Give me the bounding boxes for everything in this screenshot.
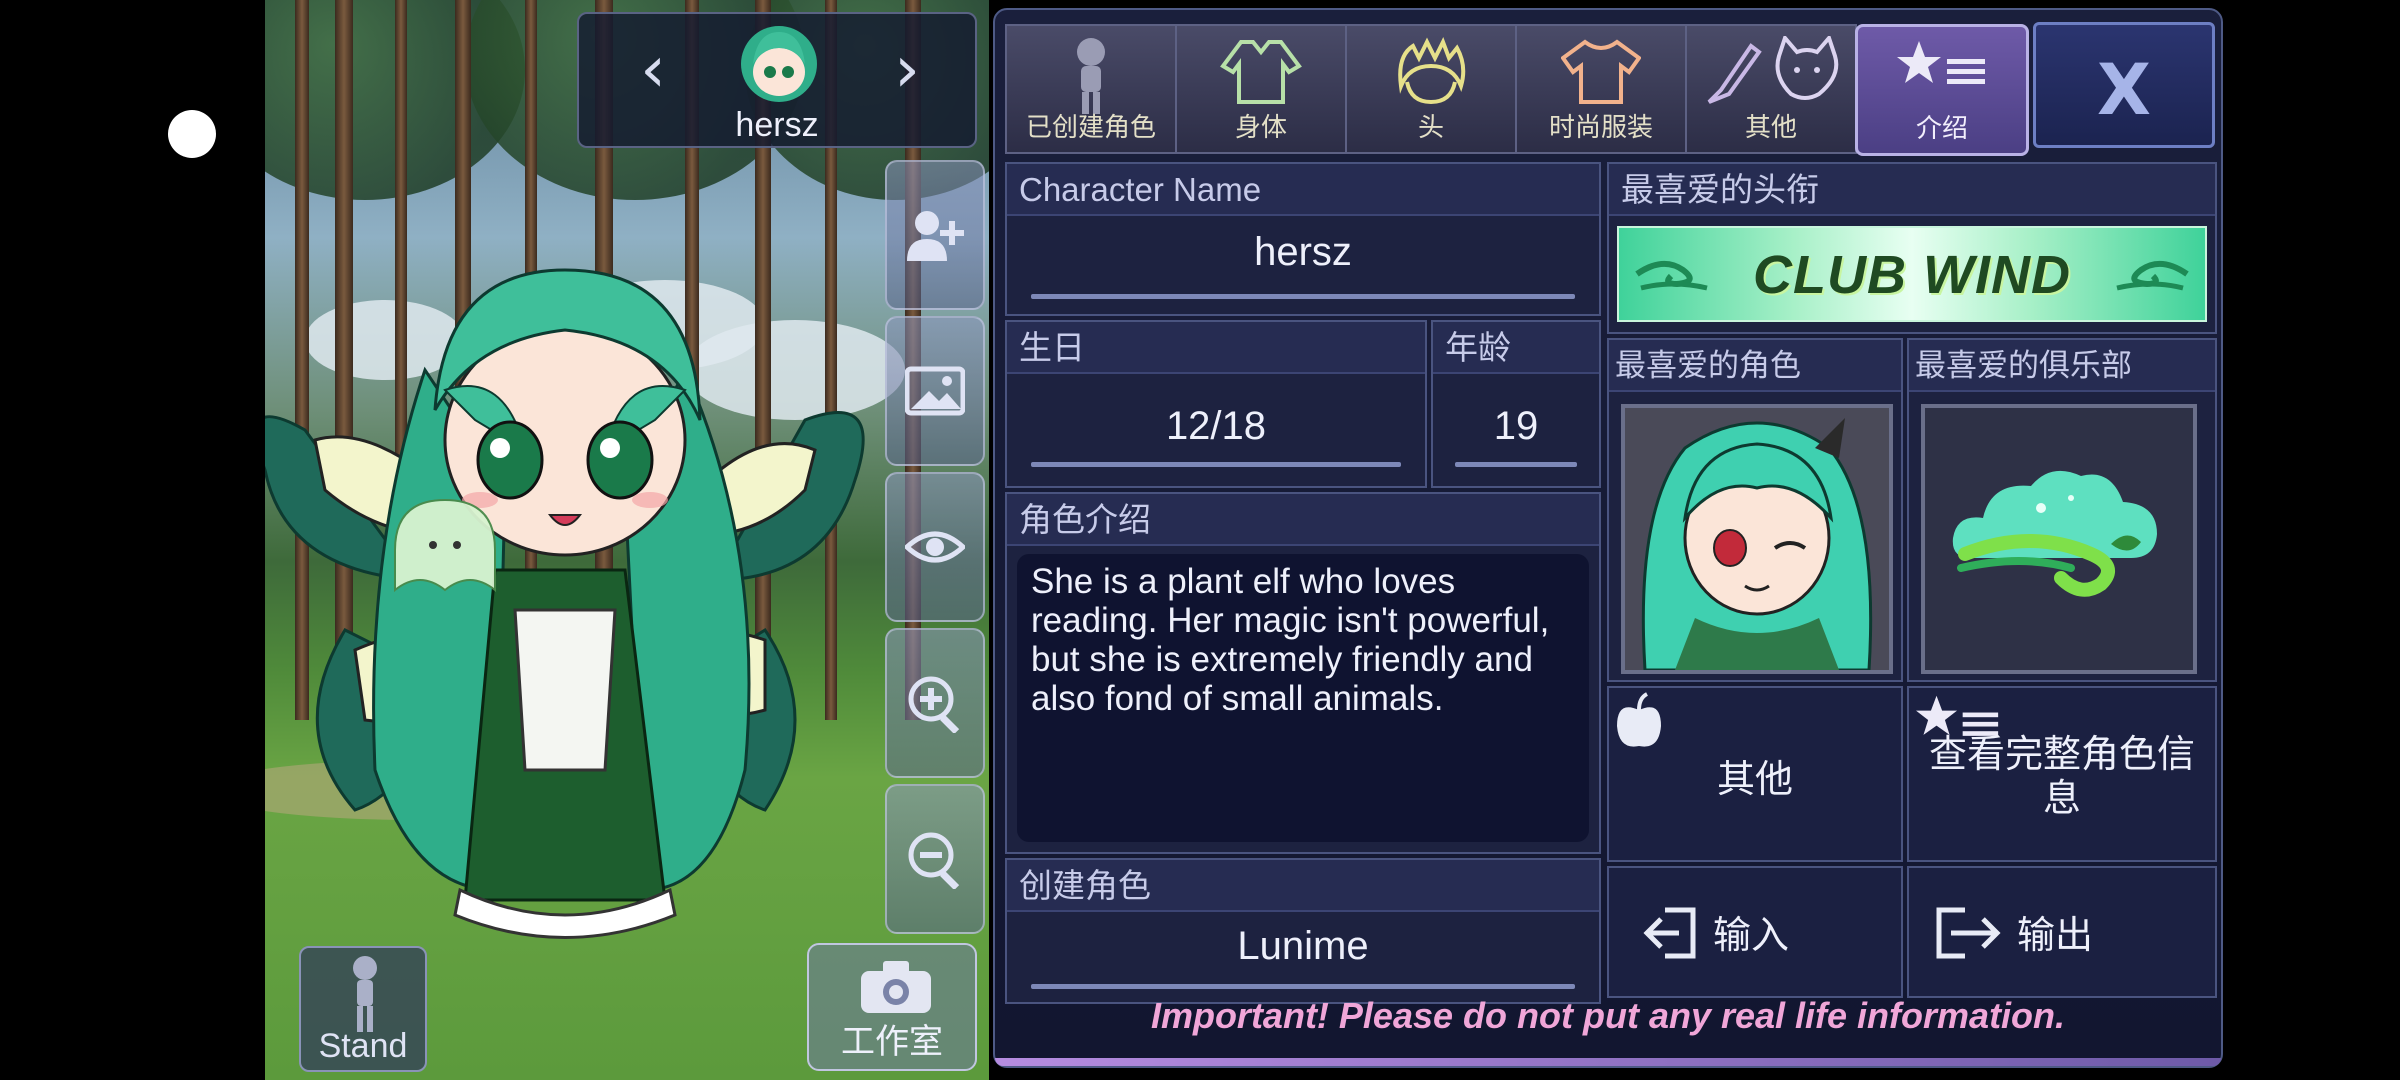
- import-icon: [1643, 907, 1696, 959]
- field-label: 创建角色: [1007, 860, 1599, 912]
- export-label: 输出: [2017, 913, 2094, 957]
- favorite-character-portrait[interactable]: [1621, 404, 1893, 674]
- export-button[interactable]: 输出: [1907, 866, 2217, 998]
- age-field: 年龄 19: [1431, 320, 1601, 488]
- tab-created-characters[interactable]: 已创建角色: [1005, 24, 1177, 154]
- stand-pose-icon: [353, 956, 377, 1032]
- favorite-title-field: 最喜爱的头衔 CLUB WIND: [1607, 162, 2217, 334]
- creator-field: 创建角色 Lunime: [1005, 858, 1601, 1004]
- tab-label: 已创建角色: [1025, 113, 1156, 143]
- character-avatar[interactable]: [737, 24, 821, 104]
- studio-label: 工作室: [841, 1022, 943, 1062]
- underline: [1031, 984, 1575, 989]
- favorite-title-banner[interactable]: CLUB WIND: [1617, 226, 2207, 322]
- visibility-button[interactable]: [885, 472, 985, 622]
- tab-label: 介绍: [1915, 114, 1968, 144]
- age-input[interactable]: 19: [1433, 404, 1599, 449]
- other-button[interactable]: 其他: [1607, 686, 1903, 862]
- field-label: 角色介绍: [1007, 494, 1599, 546]
- favorite-club-field: 最喜爱的俱乐部: [1907, 338, 2217, 682]
- person-icon: [1077, 38, 1105, 114]
- field-label: 最喜爱的俱乐部: [1909, 340, 2215, 392]
- jacket-icon: [1220, 40, 1302, 104]
- field-label: 最喜爱的角色: [1609, 340, 1901, 392]
- tab-label: 其他: [1744, 113, 1797, 143]
- apple-icon: [1617, 692, 1661, 747]
- close-button[interactable]: X: [2033, 22, 2215, 148]
- character-name-input[interactable]: hersz: [1007, 230, 1599, 275]
- sword-cat-icon: [1707, 36, 1839, 104]
- tab-intro[interactable]: 介绍: [1855, 24, 2029, 156]
- add-character-button[interactable]: [885, 160, 985, 310]
- field-label: 生日: [1007, 322, 1425, 374]
- tab-label: 时尚服装: [1548, 113, 1653, 143]
- bio-textarea[interactable]: She is a plant elf who loves reading. He…: [1017, 554, 1589, 842]
- tab-other[interactable]: 其他: [1685, 24, 1857, 154]
- status-dot: [168, 110, 216, 158]
- field-label: 年龄: [1433, 322, 1599, 374]
- import-button[interactable]: 输入: [1607, 866, 1903, 998]
- prev-character-icon[interactable]: ‹: [623, 38, 683, 102]
- birthday-field: 生日 12/18: [1005, 320, 1427, 488]
- character-portrait-image: [1625, 408, 1889, 670]
- zoom-out-icon: [908, 832, 960, 889]
- creator-input[interactable]: Lunime: [1007, 924, 1599, 969]
- view-full-info-button[interactable]: 查看完整角色信息: [1907, 686, 2217, 862]
- bio-text: She is a plant elf who loves reading. He…: [1031, 562, 1550, 718]
- character-sprite[interactable]: [265, 250, 885, 950]
- title-banner-text: CLUB WIND: [1753, 245, 2071, 305]
- character-selector: ‹ › hersz: [577, 12, 977, 148]
- shirt-icon: [1561, 39, 1641, 104]
- zoom-in-icon: [908, 676, 960, 733]
- field-label: Character Name: [1007, 164, 1599, 216]
- next-character-icon[interactable]: ›: [877, 38, 937, 102]
- camera-icon: [861, 961, 931, 1013]
- stand-button[interactable]: Stand: [299, 946, 427, 1072]
- other-button-label: 其他: [1716, 757, 1793, 801]
- character-scene[interactable]: Stand 工作室: [265, 0, 989, 1080]
- tab-label: 身体: [1234, 113, 1287, 143]
- underline: [1031, 294, 1575, 299]
- tab-fashion[interactable]: 时尚服装: [1515, 24, 1687, 154]
- panel-bottom-accent: [995, 1058, 2221, 1066]
- favorite-character-field: 最喜爱的角色: [1607, 338, 1903, 682]
- eye-icon: [905, 531, 965, 563]
- studio-button[interactable]: 工作室: [807, 943, 977, 1071]
- field-label: 最喜爱的头衔: [1609, 164, 2215, 216]
- stand-label: Stand: [318, 1027, 408, 1065]
- tab-body[interactable]: 身体: [1175, 24, 1347, 154]
- privacy-warning: Important! Please do not put any real li…: [1150, 995, 2066, 1036]
- profile-panel: 已创建角色 身体 头 时尚服装 其他 介绍 X Character Name h…: [993, 8, 2223, 1068]
- hair-icon: [1398, 37, 1466, 105]
- character-selector-name: hersz: [735, 106, 819, 144]
- add-person-icon: [907, 211, 964, 261]
- background-button[interactable]: [885, 316, 985, 466]
- image-icon: [905, 366, 965, 416]
- star-list-icon: [1897, 41, 1985, 84]
- zoom-in-button[interactable]: [885, 628, 985, 778]
- tab-head[interactable]: 头: [1345, 24, 1517, 154]
- zoom-out-button[interactable]: [885, 784, 985, 934]
- bio-field: 角色介绍 She is a plant elf who loves readin…: [1005, 492, 1601, 854]
- tab-label: 头: [1417, 113, 1444, 143]
- wind-cloud-icon: [1952, 470, 2157, 597]
- export-icon: [1936, 907, 2001, 959]
- underline: [1031, 462, 1401, 467]
- birthday-input[interactable]: 12/18: [1007, 404, 1425, 449]
- favorite-club-emblem[interactable]: [1921, 404, 2197, 674]
- character-name-field: Character Name hersz: [1005, 162, 1601, 316]
- underline: [1455, 462, 1577, 467]
- view-full-info-label: 查看完整角色信息: [1928, 732, 2195, 820]
- close-icon: X: [2097, 49, 2151, 131]
- import-label: 输入: [1713, 913, 1790, 957]
